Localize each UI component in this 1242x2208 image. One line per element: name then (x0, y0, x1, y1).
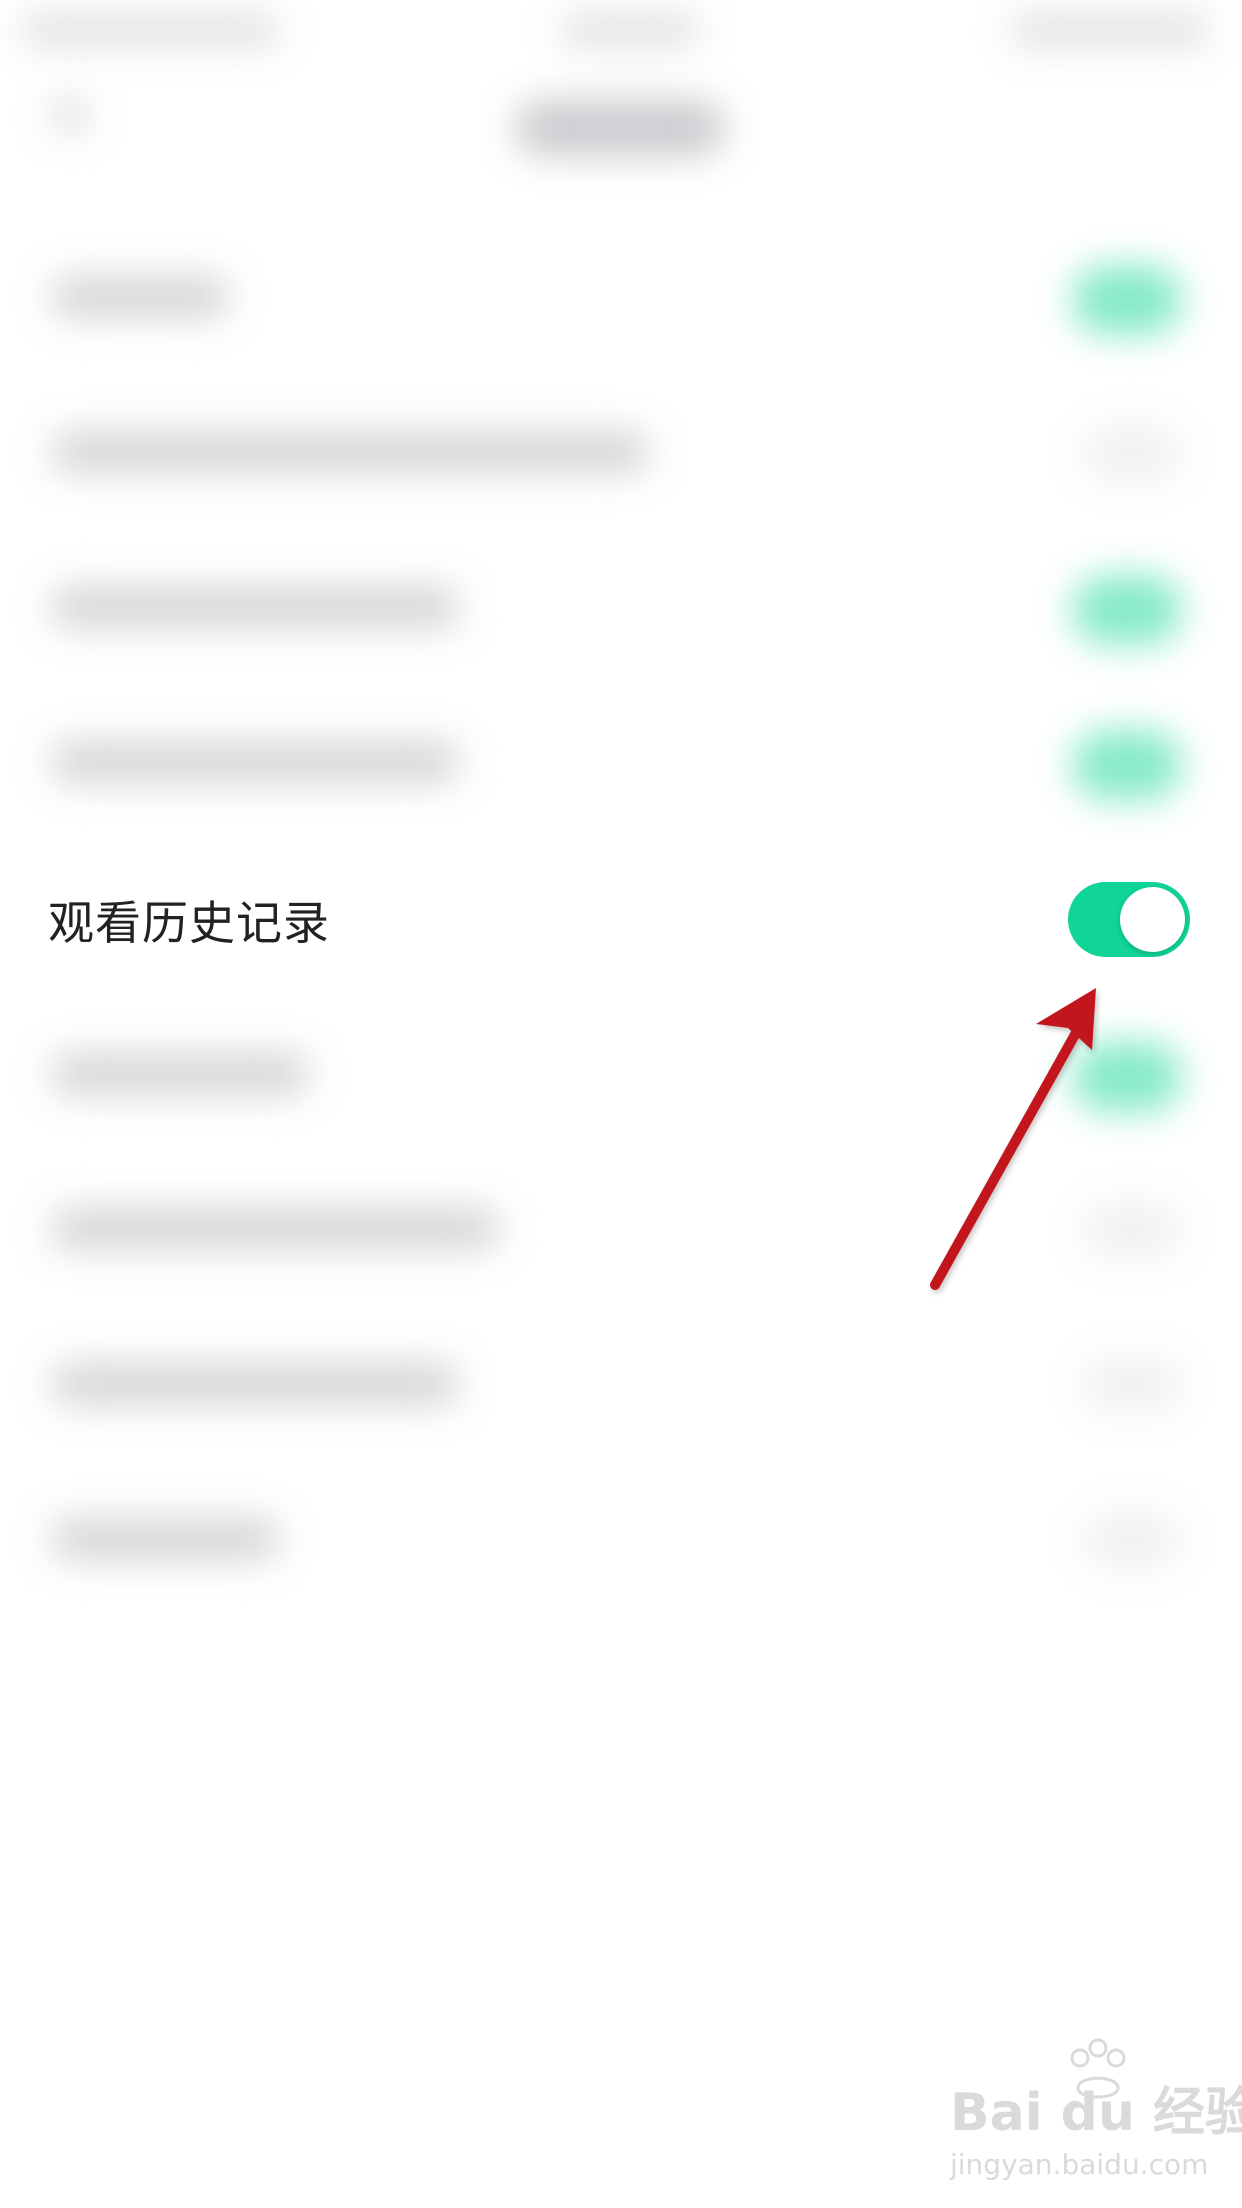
watermark-brand: Bai du 经验 (950, 2083, 1242, 2143)
setting-label: 观看历史记录 (48, 895, 330, 950)
annotation-arrow-icon (930, 988, 1096, 1290)
watch-history-toggle[interactable] (1068, 882, 1190, 957)
setting-row-blurred[interactable] (0, 220, 1242, 375)
back-arrow-icon[interactable] (50, 95, 90, 135)
setting-row-blurred[interactable] (0, 375, 1242, 530)
setting-row-blurred[interactable] (0, 1462, 1242, 1617)
setting-row-blurred[interactable] (0, 530, 1242, 685)
toggle-knob (1120, 887, 1185, 952)
setting-row-watch-history[interactable]: 观看历史记录 (0, 842, 1242, 997)
watermark-url: jingyan.baidu.com (950, 2148, 1209, 2181)
setting-row-blurred[interactable] (0, 997, 1242, 1152)
settings-screen: 观看历史记录 Bai du 经验 jingyan.baidu.com (0, 0, 1242, 2208)
setting-row-blurred[interactable] (0, 1307, 1242, 1462)
baidu-watermark: Bai du 经验 jingyan.baidu.com (950, 2038, 1242, 2190)
setting-row-blurred[interactable] (0, 1152, 1242, 1307)
setting-row-blurred[interactable] (0, 685, 1242, 840)
status-bar (0, 0, 1242, 70)
page-title (515, 100, 725, 156)
